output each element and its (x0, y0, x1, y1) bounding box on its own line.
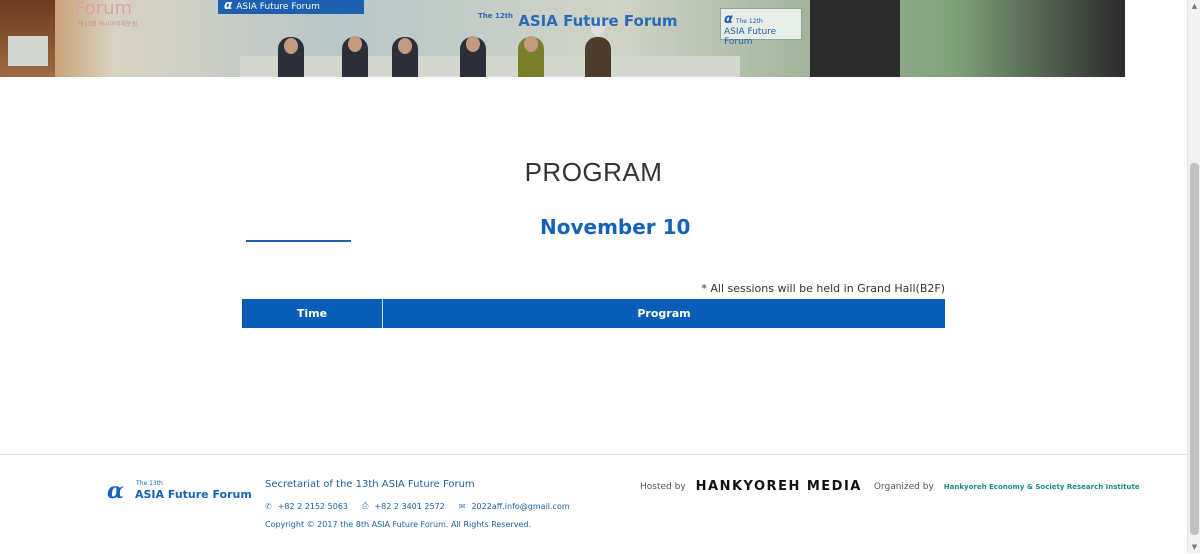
banner-sign-left: α ASIA Future Forum (218, 0, 364, 14)
organizer-logo[interactable]: Hankyoreh Economy & Society Research Ins… (944, 483, 1140, 491)
phone-number: +82 2 2152 5063 (277, 501, 349, 511)
scroll-down-icon[interactable]: ▼ (1188, 541, 1200, 553)
banner-sign-right: α The 12th ASIA Future Forum (720, 8, 802, 47)
logo-edition: The 13th (136, 480, 163, 487)
day-title: November 10 (540, 215, 691, 239)
copyright: Copyright © 2017 the 8th ASIA Future For… (265, 520, 531, 529)
banner-wall (0, 0, 55, 77)
panelist (585, 37, 611, 77)
scroll-thumb[interactable] (1190, 163, 1199, 535)
scroll-up-icon[interactable]: ▲ (1188, 0, 1200, 12)
banner-sign-center: The 12th ASIA Future Forum (478, 12, 678, 30)
banner-podium (810, 0, 900, 77)
banner-photo: Forum 제13회 아시아미래포럼 α ASIA Future Forum Th… (0, 0, 1125, 77)
scrollbar[interactable]: ▲ ▼ (1187, 0, 1200, 553)
footer: α The 13th ASIA Future Forum Secretariat… (0, 454, 1187, 554)
logo-name: ASIA Future Forum (135, 488, 252, 501)
banner-forum-sub: 제13회 아시아미래포럼 (78, 21, 138, 28)
host-logo[interactable]: HANKYOREH MEDIA (696, 479, 862, 494)
program-table-header: Time Program (242, 299, 945, 328)
organized-label: Organized by (873, 481, 934, 492)
printer-icon: ⎙ (362, 501, 369, 510)
venue-note: * All sessions will be held in Grand Hal… (701, 282, 945, 295)
hosted-label: Hosted by (640, 481, 686, 492)
column-header-time: Time (242, 299, 383, 328)
page-title: PROGRAM (524, 157, 663, 187)
contact-list: ✆ +82 2 2152 5063 ⎙ +82 2 3401 2572 ✉ 20… (265, 501, 570, 511)
email-address[interactable]: 2022aff.info@gmail.com (471, 502, 569, 511)
secretariat-title: Secretariat of the 13th ASIA Future Foru… (265, 479, 475, 490)
banner-forum-word: Forum (75, 0, 133, 19)
fax-number: +82 2 3401 2572 (374, 501, 445, 511)
banner-table (240, 56, 740, 77)
alpha-logo-icon: α (107, 478, 124, 504)
contact-fax: ⎙ +82 2 3401 2572 (362, 501, 445, 511)
phone-icon: ✆ (265, 501, 272, 511)
column-header-program: Program (637, 307, 691, 320)
contact-phone: ✆ +82 2 2152 5063 (265, 501, 348, 511)
mail-icon: ✉ (458, 501, 466, 511)
sponsors: Hosted by HANKYOREH MEDIA Organized by H… (640, 479, 1140, 494)
contact-email[interactable]: ✉ 2022aff.info@gmail.com (459, 501, 570, 511)
footer-logo[interactable]: α The 13th ASIA Future Forum (107, 478, 252, 504)
day-tab-indicator[interactable] (246, 240, 351, 242)
